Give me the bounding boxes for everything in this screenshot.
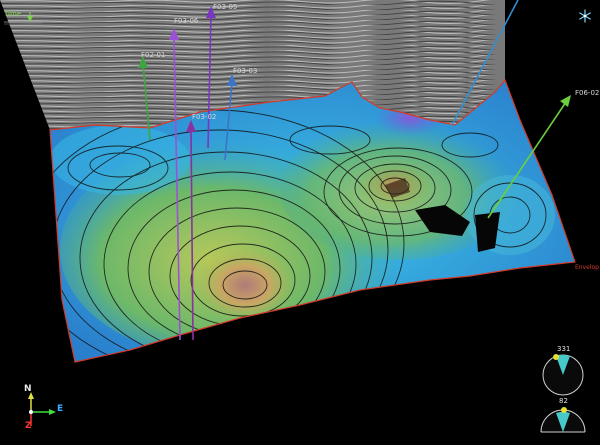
well-label-f02-01[interactable]: F02-01 (141, 51, 165, 59)
well-label-f03-05[interactable]: F03-05 (213, 3, 237, 11)
3d-scene-viewport[interactable]: Time F02-01 F03-06 F03-05 F03-03 F03-02 … (0, 0, 600, 441)
well-label-f03-03[interactable]: F03-03 (233, 67, 257, 75)
well-label-f06-02[interactable]: F06-02 (575, 89, 599, 97)
time-axis-label: Time (4, 10, 22, 18)
well-label-f03-06[interactable]: F03-06 (174, 17, 198, 25)
horizon-label: Envelop (575, 264, 599, 271)
vertical-axis-label: Z (25, 421, 32, 431)
dip-gauge (540, 407, 586, 433)
east-axis-label: E (57, 404, 64, 414)
well-label-f03-02[interactable]: F03-02 (192, 113, 216, 121)
azimuth-value: 331 (557, 345, 571, 353)
orientation-axes (28, 392, 56, 426)
north-axis-label: N (24, 384, 32, 394)
dip-value: 82 (559, 397, 568, 405)
scene-svg (0, 0, 586, 433)
azimuth-gauge (542, 354, 584, 396)
snowflake-icon[interactable] (578, 9, 592, 23)
